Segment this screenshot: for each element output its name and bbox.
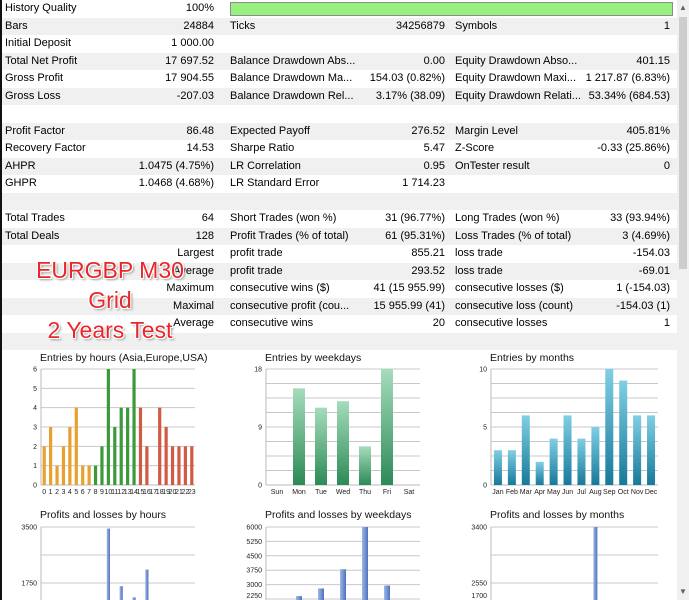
vertical-scrollbar[interactable]: ▲ ▼ bbox=[677, 0, 689, 600]
scrollbar-thumb[interactable] bbox=[679, 17, 687, 269]
y-tick-label: 1700 bbox=[471, 593, 487, 600]
chart-5: 1700 2550 3400 bbox=[471, 525, 658, 600]
report-page: History Quality 100% Bars 24884 Ticks 34256… bbox=[0, 0, 689, 600]
y-tick-label: 3400 bbox=[471, 525, 487, 532]
scroll-down-arrow-icon[interactable]: ▼ bbox=[677, 587, 689, 597]
bar bbox=[593, 527, 598, 600]
y-tick-label: 2550 bbox=[471, 581, 487, 588]
scroll-up-arrow-icon[interactable]: ▲ bbox=[677, 3, 689, 13]
